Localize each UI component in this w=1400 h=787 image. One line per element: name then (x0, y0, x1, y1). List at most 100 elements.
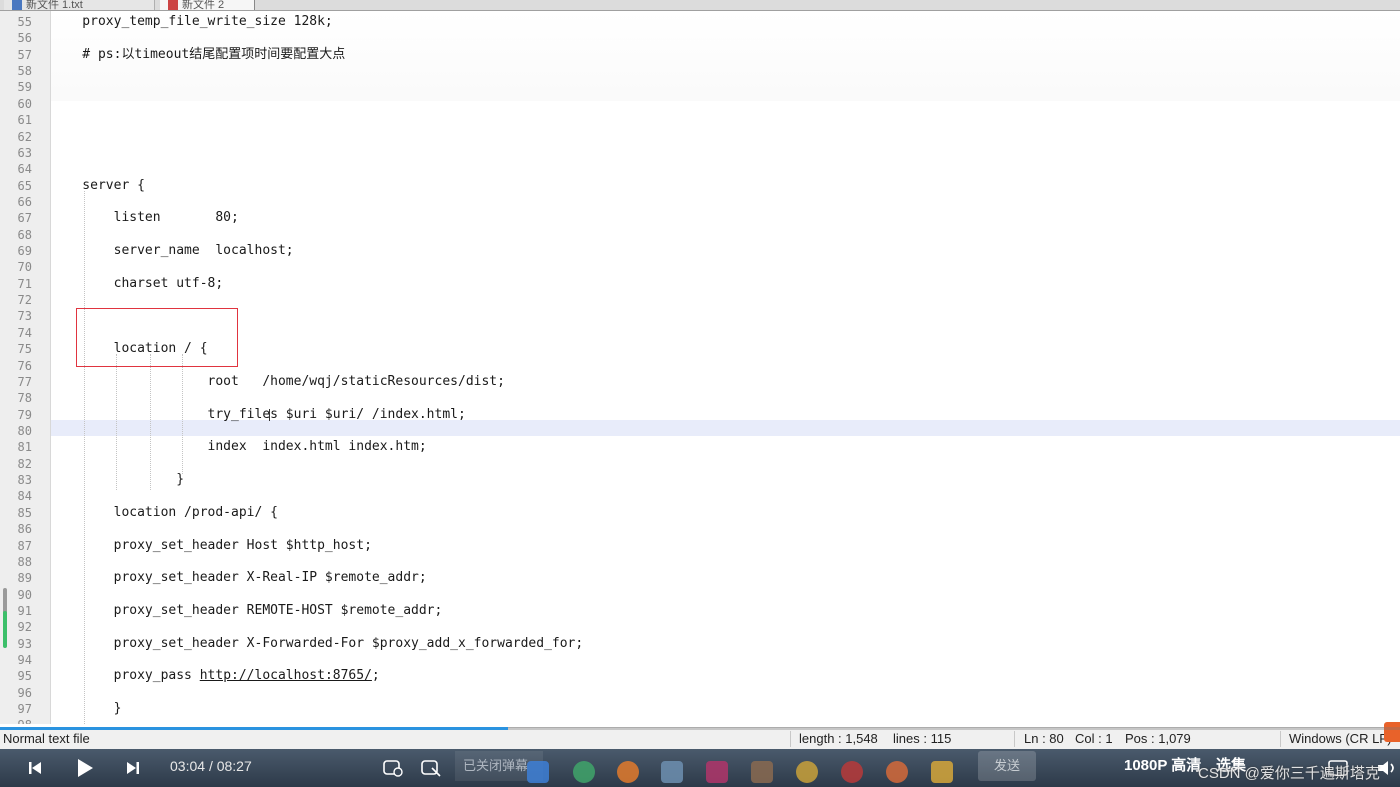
code-line[interactable] (51, 145, 1400, 161)
file-icon (12, 0, 22, 10)
line-number: 87 (17, 538, 32, 553)
line-number: 61 (17, 113, 32, 128)
code-line[interactable] (51, 358, 1400, 374)
line-number: 65 (17, 178, 32, 193)
line-number: 98 (0, 717, 32, 724)
line-number: 92 (17, 620, 32, 635)
line-number: 57 (17, 47, 32, 62)
video-progress-bar[interactable] (0, 727, 1400, 730)
redis-icon (841, 761, 863, 783)
code-line[interactable] (51, 129, 1400, 145)
line-number: 94 (17, 653, 32, 668)
code-line[interactable]: proxy_set_header Host $http_host; (51, 538, 1400, 554)
line-number: 93 (17, 636, 32, 651)
skip-next-button[interactable] (120, 749, 146, 787)
code-line[interactable]: proxy_set_header X-Forwarded-For $proxy_… (51, 636, 1400, 652)
tab-label: 新文件 1.txt (26, 0, 83, 11)
danmu-toggle-button[interactable] (419, 749, 443, 787)
code-line[interactable]: proxy_set_header REMOTE-HOST $remote_add… (51, 603, 1400, 619)
line-ending[interactable]: Windows (CR LF) (1289, 728, 1392, 750)
code-line[interactable]: proxy_pass http://localhost:8765/; (51, 668, 1400, 684)
code-url-link[interactable]: http://localhost:8765/ (200, 668, 372, 683)
code-line[interactable]: } (51, 472, 1400, 488)
code-line[interactable] (51, 717, 1400, 724)
send-danmu-button[interactable]: 发送 (978, 751, 1036, 781)
code-line[interactable] (51, 30, 1400, 46)
watermark-text: CSDN @爱你三千遍斯塔克 (1198, 765, 1380, 782)
line-number: 55 (17, 15, 32, 29)
line-number: 86 (17, 522, 32, 537)
video-player-controls: 03:04 / 08:27 已关闭弹幕 发送 1080P 高清 选集 (0, 749, 1400, 787)
code-line[interactable] (51, 456, 1400, 472)
tab-file-2[interactable]: 新文件 2 (160, 0, 255, 10)
code-line[interactable]: } (51, 701, 1400, 717)
annotation-highlight-box (76, 308, 238, 367)
code-line[interactable]: listen 80; (51, 210, 1400, 226)
code-line[interactable] (51, 521, 1400, 537)
line-number: 80 (17, 424, 32, 438)
code-line[interactable]: proxy_temp_file_write_size 128k; (51, 14, 1400, 30)
code-line[interactable]: proxy_set_header X-Real-IP $remote_addr; (51, 570, 1400, 586)
danmu-settings-button[interactable] (381, 749, 405, 787)
line-number: 68 (17, 227, 32, 242)
app-logo-icon (1384, 722, 1400, 742)
code-line[interactable] (51, 96, 1400, 112)
code-line[interactable] (51, 587, 1400, 603)
line-number: 56 (17, 31, 32, 46)
code-line[interactable] (51, 259, 1400, 275)
quality-selector[interactable]: 1080P 高清 (1124, 749, 1201, 783)
text-editor[interactable]: 55 proxy_temp_file_write_size 128k; 56 57 … (0, 11, 1400, 724)
line-number: 73 (17, 309, 32, 324)
folder-icon (931, 761, 953, 783)
status-divider (790, 731, 791, 747)
code-line[interactable]: try_files $uri $uri/ /index.html; (51, 407, 1400, 423)
code-line[interactable] (51, 63, 1400, 79)
tab-label: 新文件 2 (182, 0, 225, 11)
code-line[interactable] (51, 390, 1400, 406)
play-button[interactable] (68, 749, 100, 787)
play-icon (78, 759, 93, 777)
code-line[interactable]: server { (51, 178, 1400, 194)
line-number: 64 (17, 162, 32, 177)
line-number: 60 (17, 96, 32, 111)
code-line[interactable]: charset utf-8; (51, 276, 1400, 292)
playback-time: 03:04 / 08:27 (170, 749, 252, 783)
edge-browser-icon (573, 761, 595, 783)
code-line[interactable]: server_name localhost; (51, 243, 1400, 259)
tab-file-1[interactable]: 新文件 1.txt (4, 0, 155, 10)
line-number: 66 (17, 194, 32, 209)
code-line[interactable]: # ps:以timeout结尾配置项时间要配置大点 (51, 47, 1400, 63)
line-number: 81 (17, 440, 32, 455)
total-time: 08:27 (216, 758, 252, 774)
app-icon (796, 761, 818, 783)
code-line[interactable] (51, 194, 1400, 210)
code-line[interactable] (51, 325, 1400, 341)
status-bar: Normal text file length : 1,548 lines : … (0, 727, 1400, 750)
line-number: 88 (17, 554, 32, 569)
line-number: 96 (17, 685, 32, 700)
code-line[interactable] (51, 619, 1400, 635)
code-line[interactable] (51, 227, 1400, 243)
code-line[interactable] (51, 161, 1400, 177)
code-line[interactable] (51, 112, 1400, 128)
doc-lines: lines : 115 (893, 731, 952, 746)
code-line[interactable] (51, 308, 1400, 324)
line-number: 59 (17, 80, 32, 95)
code-line[interactable]: location /prod-api/ { (51, 505, 1400, 521)
code-line[interactable] (51, 488, 1400, 504)
code-line[interactable] (51, 423, 1400, 439)
cursor-pos: Pos : 1,079 (1125, 731, 1191, 746)
skip-previous-button[interactable] (22, 749, 48, 787)
code-line[interactable] (51, 685, 1400, 701)
code-line[interactable]: root /home/wqj/staticResources/dist; (51, 374, 1400, 390)
code-line[interactable]: location / { (51, 341, 1400, 357)
code-line[interactable] (51, 652, 1400, 668)
code-line[interactable] (51, 292, 1400, 308)
code-text: ; (371, 668, 380, 684)
code-line[interactable] (51, 79, 1400, 95)
line-number: 67 (17, 211, 32, 226)
code-line[interactable]: index index.html index.htm; (51, 439, 1400, 455)
line-number: 85 (17, 505, 32, 520)
code-line[interactable] (51, 554, 1400, 570)
file-type: Normal text file (3, 731, 90, 746)
